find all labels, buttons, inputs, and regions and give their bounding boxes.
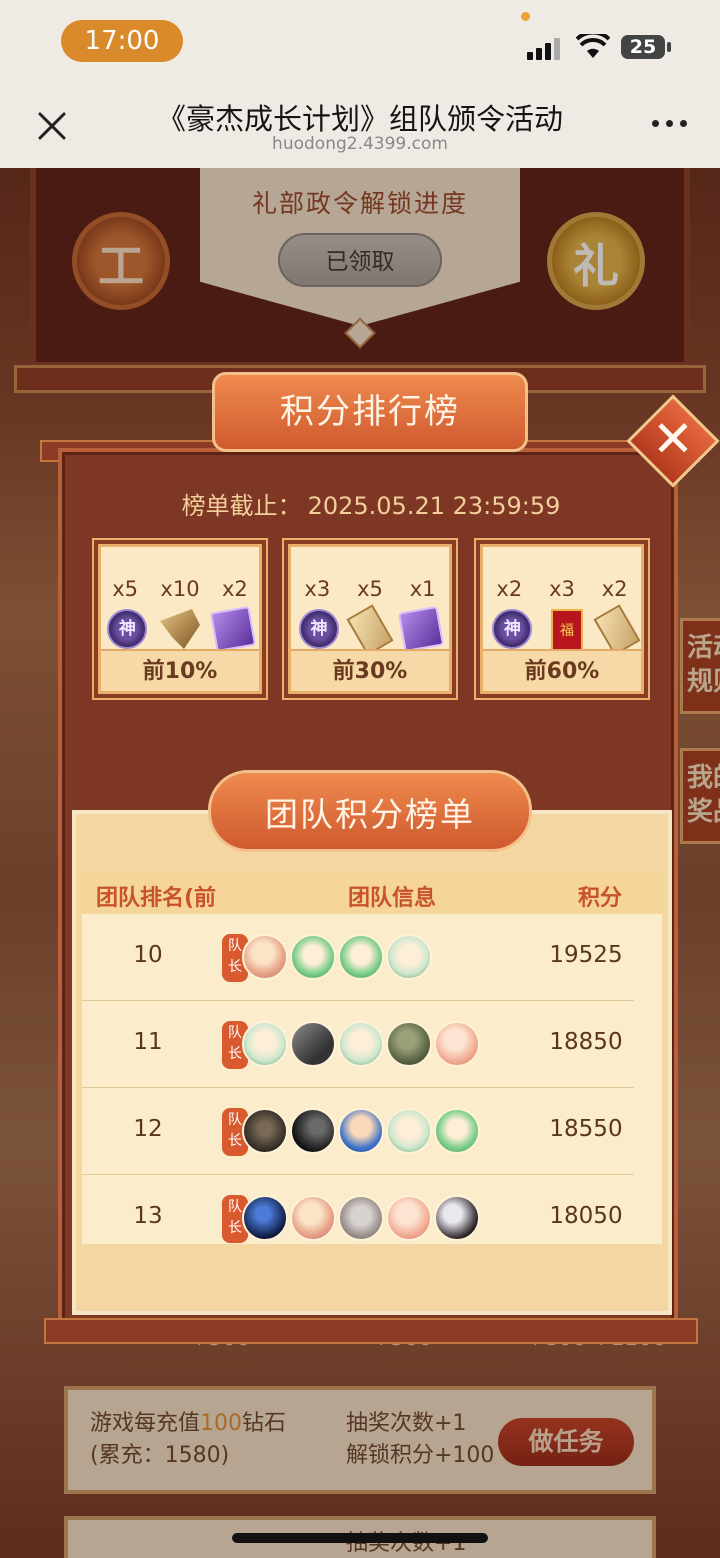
avatar[interactable] (386, 1021, 432, 1067)
shen-token-icon[interactable]: 神 (107, 609, 148, 649)
column-header-score: 积分 (578, 886, 623, 911)
battery-icon: 25 (621, 35, 665, 59)
reward-count: x5 (357, 577, 383, 601)
scroll-icon[interactable] (346, 604, 394, 656)
avatar[interactable] (242, 934, 288, 980)
page-title: 《豪杰成长计划》组队颁令活动 (156, 102, 563, 136)
avatar[interactable] (290, 1195, 336, 1241)
reward-tier-top10: x5 x10 x2 神 前10% (98, 544, 262, 694)
avatar[interactable] (386, 1108, 432, 1154)
tier-label: 前60% (483, 649, 641, 691)
avatar[interactable] (242, 1021, 288, 1067)
home-indicator[interactable] (232, 1533, 488, 1543)
privacy-indicator-icon (521, 12, 530, 21)
modal-base (44, 1318, 698, 1344)
reward-count: x3 (549, 577, 575, 601)
column-header-rank: 团队排名(前 (96, 886, 217, 911)
cellular-signal-icon (527, 36, 563, 60)
shen-token-icon[interactable]: 神 (299, 609, 339, 649)
column-header-info: 团队信息 (348, 886, 437, 911)
leaderboard-title: 团队积分榜单 (265, 795, 475, 834)
page-url: huodong2.4399.com (272, 134, 448, 154)
avatar[interactable] (290, 934, 336, 980)
team-rank: 13 (133, 1203, 163, 1229)
more-options-icon[interactable] (650, 120, 690, 130)
team-members (242, 1195, 482, 1241)
battery-tip (667, 42, 671, 52)
reward-count: x2 (221, 577, 248, 601)
avatar[interactable] (434, 1195, 480, 1241)
team-score: 18850 (549, 1029, 623, 1055)
table-row: 13 队长 18050 (82, 1175, 634, 1243)
reward-tier-top60: x2 x3 x2 神 福 前60% (480, 544, 644, 694)
horn-icon[interactable] (159, 609, 200, 649)
card-pack-icon[interactable] (209, 605, 256, 653)
team-rank: 12 (133, 1116, 163, 1142)
team-score: 18550 (549, 1116, 623, 1142)
wifi-icon (576, 34, 610, 58)
avatar[interactable] (338, 1108, 384, 1154)
team-rank: 10 (133, 942, 163, 968)
reward-count: x2 (601, 577, 628, 601)
avatar[interactable] (386, 1195, 432, 1241)
avatar[interactable] (290, 1108, 336, 1154)
close-icon[interactable]: ✕ (640, 404, 706, 470)
team-score: 18050 (549, 1203, 623, 1229)
avatar[interactable] (434, 1108, 480, 1154)
deadline-label: 榜单截止： (181, 492, 302, 520)
table-row: 12 队长 18550 (82, 1088, 634, 1175)
reward-count: x3 (304, 577, 331, 601)
table-row: 11 队长 18850 (82, 1001, 634, 1088)
reward-count: x5 (112, 577, 138, 601)
scroll-icon[interactable] (593, 604, 641, 656)
reward-tier-top30: x3 x5 x1 神 前30% (288, 544, 452, 694)
team-members (242, 934, 434, 980)
table-row: 10 队长 19525 (82, 914, 634, 1001)
tier-label: 前30% (291, 649, 449, 691)
avatar[interactable] (434, 1021, 480, 1067)
reward-count: x10 (160, 577, 200, 601)
avatar[interactable] (290, 1021, 336, 1067)
browser-nav-bar: 《豪杰成长计划》组队颁令活动 huodong2.4399.com (0, 86, 720, 168)
team-rank: 11 (133, 1029, 163, 1055)
team-members (242, 1108, 482, 1154)
shen-token-icon[interactable]: 神 (492, 609, 533, 649)
avatar[interactable] (338, 1195, 384, 1241)
avatar[interactable] (338, 934, 384, 980)
avatar[interactable] (242, 1195, 288, 1241)
deadline-value: 2025.05.21 23:59:59 (307, 492, 561, 520)
status-bar: 17:00 25 (0, 0, 720, 86)
team-score: 19525 (549, 942, 623, 968)
avatar[interactable] (338, 1021, 384, 1067)
avatar[interactable] (386, 934, 432, 980)
reward-count: x2 (496, 577, 523, 601)
tier-label: 前10% (101, 649, 259, 691)
avatar[interactable] (242, 1108, 288, 1154)
close-icon[interactable] (34, 108, 70, 144)
reward-count: x1 (409, 577, 436, 601)
red-envelope-icon[interactable]: 福 (550, 609, 583, 653)
card-pack-icon[interactable] (397, 605, 445, 653)
deadline: 榜单截止： 2025.05.21 23:59:59 (58, 486, 678, 521)
team-members (242, 1021, 482, 1067)
modal-title: 积分排行榜 (280, 392, 460, 432)
status-time: 17:00 (61, 20, 183, 62)
